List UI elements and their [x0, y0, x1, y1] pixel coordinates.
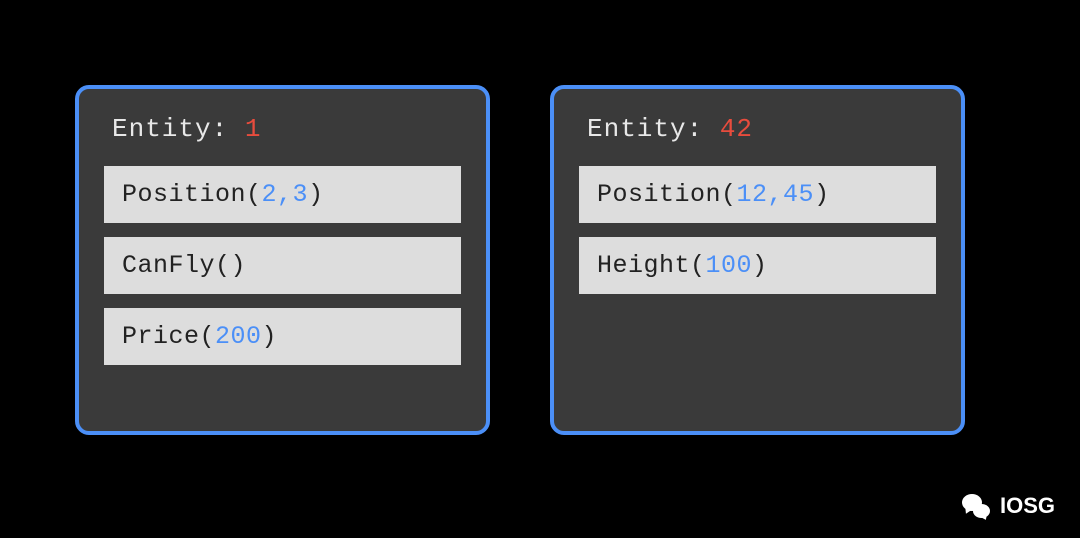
open-paren: (: [721, 180, 737, 209]
entity-header: Entity: 42: [579, 114, 936, 144]
component-name: Height: [597, 251, 690, 280]
component-name: Position: [597, 180, 721, 209]
close-paren: ): [262, 322, 278, 351]
wechat-icon: [960, 492, 992, 520]
component-name: CanFly: [122, 251, 215, 280]
component-row: Position(12,45): [579, 166, 936, 223]
close-paren: ): [752, 251, 768, 280]
open-paren: (: [690, 251, 706, 280]
component-row: Position(2,3): [104, 166, 461, 223]
close-paren: ): [308, 180, 324, 209]
component-name: Price: [122, 322, 200, 351]
close-paren: ): [231, 251, 247, 280]
component-row: Height(100): [579, 237, 936, 294]
open-paren: (: [200, 322, 216, 351]
diagram-container: Entity: 1 Position(2,3) CanFly() Price(2…: [0, 0, 1080, 520]
entity-id: 1: [245, 114, 262, 144]
open-paren: (: [246, 180, 262, 209]
watermark: IOSG: [960, 492, 1055, 520]
entity-id: 42: [720, 114, 753, 144]
entity-header: Entity: 1: [104, 114, 461, 144]
watermark-text: IOSG: [1000, 493, 1055, 519]
entity-card-1: Entity: 1 Position(2,3) CanFly() Price(2…: [75, 85, 490, 435]
component-args: 2,3: [262, 180, 309, 209]
component-args: 100: [706, 251, 753, 280]
entity-card-2: Entity: 42 Position(12,45) Height(100): [550, 85, 965, 435]
close-paren: ): [814, 180, 830, 209]
component-args: 200: [215, 322, 262, 351]
entity-label: Entity:: [112, 114, 245, 144]
component-row: CanFly(): [104, 237, 461, 294]
open-paren: (: [215, 251, 231, 280]
component-row: Price(200): [104, 308, 461, 365]
component-name: Position: [122, 180, 246, 209]
component-args: 12,45: [737, 180, 815, 209]
entity-label: Entity:: [587, 114, 720, 144]
